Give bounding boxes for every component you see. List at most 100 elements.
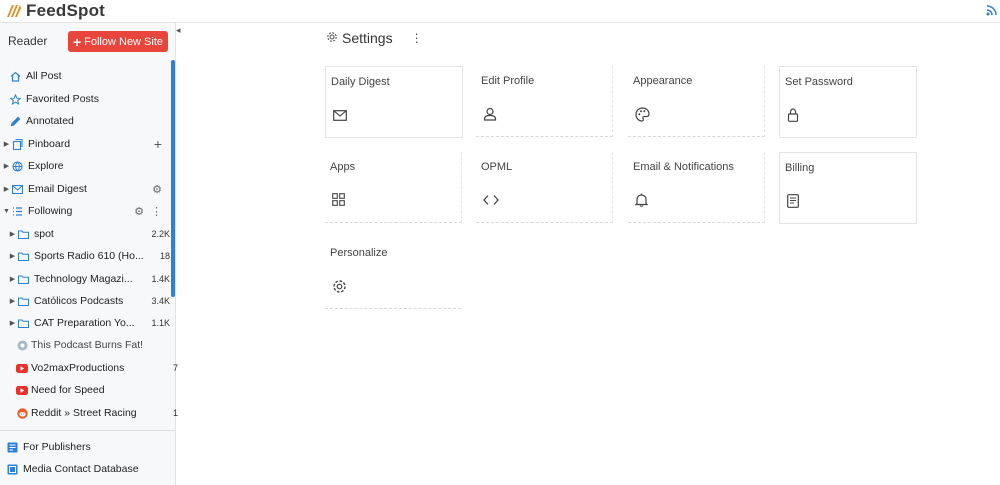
settings-card-personalize[interactable]: Personalize	[325, 238, 461, 309]
sidebar-item-for-publishers[interactable]: For Publishers	[6, 437, 176, 457]
page-title: Settings ⋮	[326, 30, 423, 46]
app-name: FeedSpot	[26, 1, 106, 20]
top-bar: FeedSpot	[0, 0, 1000, 23]
card-label: Email & Notifications	[633, 161, 734, 173]
sidebar-item-label: Media Contact Database	[23, 463, 139, 475]
more-options-icon[interactable]: ⋮	[151, 205, 162, 218]
unread-count: 1	[172, 408, 178, 418]
expand-caret-icon[interactable]: ▶	[2, 185, 11, 193]
code-icon	[483, 193, 499, 211]
sidebar-item-label: Following	[28, 205, 73, 217]
envelope-icon	[11, 184, 23, 194]
sidebar-item-explore[interactable]: ▶ Explore	[2, 156, 172, 176]
feedspot-logo-icon	[7, 5, 21, 17]
unread-count: 7	[172, 363, 178, 373]
feed-item[interactable]: Need for Speed	[16, 380, 186, 400]
add-pinboard-icon[interactable]: +	[154, 136, 162, 152]
feed-item[interactable]: This Podcast Burns Fat!	[16, 335, 186, 355]
podcast-icon	[16, 340, 28, 351]
settings-card-email-notifications[interactable]: Email & Notifications	[628, 152, 765, 223]
sidebar-item-favorited-posts[interactable]: Favorited Posts	[9, 89, 179, 109]
expand-caret-icon[interactable]: ▶	[8, 252, 17, 260]
unread-count: 1.1K	[151, 318, 170, 328]
sidebar-item-email-digest[interactable]: ▶ Email Digest ⚙	[2, 179, 172, 199]
card-label: Appearance	[633, 75, 693, 87]
reader-label: Reader	[8, 34, 48, 48]
folder-item[interactable]: ▶ Católicos Podcasts 3.4K	[8, 291, 178, 311]
palette-icon	[635, 107, 650, 127]
feed-label: Vo2maxProductions	[31, 362, 125, 374]
feed-label: Need for Speed	[31, 384, 105, 396]
sidebar-divider	[0, 430, 175, 431]
card-label: Billing	[785, 162, 815, 174]
settings-card-billing[interactable]: Billing	[779, 152, 917, 224]
lock-icon	[787, 108, 799, 127]
sidebar-item-pinboard[interactable]: ▶ Pinboard +	[2, 134, 172, 154]
folder-item[interactable]: ▶ spot 2.2K	[8, 224, 178, 244]
settings-card-appearance[interactable]: Appearance	[628, 66, 765, 137]
feed-label: This Podcast Burns Fat!	[31, 339, 144, 351]
folder-label: Sports Radio 610 (Ho...	[34, 250, 144, 262]
folder-label: Católicos Podcasts	[34, 295, 124, 307]
expand-caret-icon[interactable]: ▶	[8, 319, 17, 327]
plus-icon: +	[72, 33, 82, 50]
sidebar-item-following[interactable]: ▼ Following ⚙ ⋮	[2, 201, 172, 221]
gear-icon	[326, 30, 338, 46]
sidebar-scrollbar[interactable]	[171, 60, 175, 297]
settings-card-apps[interactable]: Apps	[325, 152, 462, 223]
expand-caret-icon[interactable]: ▶	[8, 230, 17, 238]
collapse-sidebar-icon[interactable]: ◂	[176, 25, 181, 36]
sidebar-item-label: Annotated	[26, 115, 74, 127]
home-icon	[9, 71, 21, 82]
folder-icon	[17, 297, 29, 306]
sidebar-item-label: Explore	[28, 160, 64, 172]
feed-item[interactable]: Reddit » Street Racing 1	[16, 403, 186, 423]
envelope-icon	[333, 108, 347, 126]
expand-caret-icon[interactable]: ▶	[2, 162, 11, 170]
feed-item[interactable]: Vo2maxProductions 7	[16, 358, 186, 378]
card-label: Set Password	[785, 76, 853, 88]
settings-card-daily-digest[interactable]: Daily Digest	[325, 66, 463, 138]
gear-icon[interactable]: ⚙	[134, 205, 144, 218]
sidebar: Reader + Follow New Site All Post Favori…	[0, 23, 179, 485]
collapse-caret-icon[interactable]: ▼	[2, 208, 11, 215]
database-icon	[6, 464, 18, 475]
pencil-icon	[9, 116, 21, 127]
more-options-icon[interactable]: ⋮	[411, 31, 423, 45]
unread-count: 18	[159, 251, 170, 261]
sidebar-item-label: For Publishers	[23, 441, 91, 453]
expand-caret-icon[interactable]: ▶	[2, 140, 11, 148]
star-icon	[9, 93, 21, 105]
youtube-icon	[16, 385, 28, 395]
sidebar-item-label: Pinboard	[28, 138, 71, 150]
expand-caret-icon[interactable]: ▶	[8, 297, 17, 305]
sidebar-item-media-contact-database[interactable]: Media Contact Database	[6, 459, 176, 479]
folder-item[interactable]: ▶ Technology Magazi... 1.4K	[8, 269, 178, 289]
settings-card-set-password[interactable]: Set Password	[779, 66, 917, 138]
folder-label: CAT Preparation Yo...	[34, 317, 135, 329]
follow-new-site-button[interactable]: + Follow New Site	[68, 31, 168, 52]
sidebar-item-label: Email Digest	[28, 183, 87, 195]
card-label: Apps	[330, 161, 356, 173]
unread-count: 1.4K	[151, 274, 170, 284]
folder-icon	[17, 275, 29, 284]
rss-icon[interactable]	[986, 4, 998, 16]
card-label: Daily Digest	[331, 76, 390, 88]
gear-icon[interactable]: ⚙	[152, 183, 162, 196]
settings-card-opml[interactable]: OPML	[476, 152, 613, 223]
settings-card-edit-profile[interactable]: Edit Profile	[476, 66, 613, 137]
folder-item[interactable]: ▶ CAT Preparation Yo... 1.1K	[8, 313, 178, 333]
expand-caret-icon[interactable]: ▶	[8, 275, 17, 283]
document-icon	[787, 194, 799, 213]
reddit-icon	[16, 407, 28, 419]
publisher-icon	[6, 442, 18, 453]
folder-item[interactable]: ▶ Sports Radio 610 (Ho... 18	[8, 246, 178, 266]
list-icon	[11, 206, 23, 217]
globe-icon	[11, 160, 23, 172]
youtube-icon	[16, 363, 28, 373]
sidebar-item-annotated[interactable]: Annotated	[9, 111, 179, 131]
pinboard-icon	[11, 138, 23, 150]
app-logo[interactable]: FeedSpot	[6, 1, 105, 21]
sidebar-item-all-post[interactable]: All Post	[9, 66, 179, 86]
card-label: OPML	[481, 161, 513, 173]
